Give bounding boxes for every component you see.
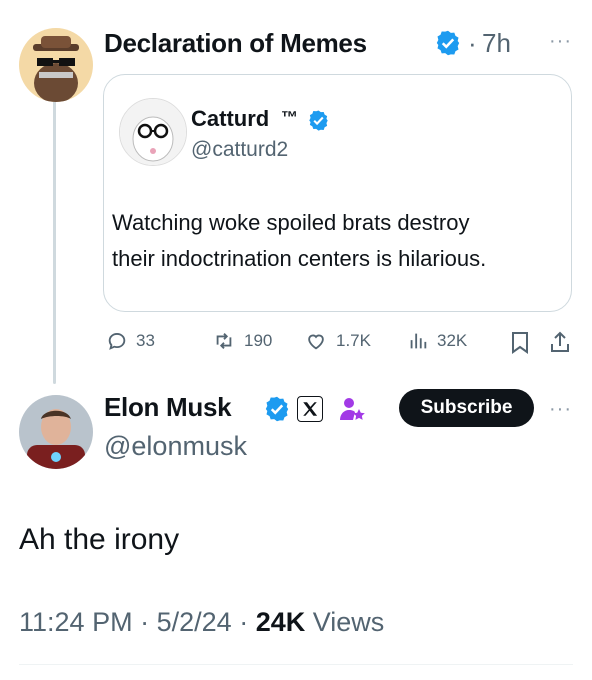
quoted-author-name[interactable]: Catturd (191, 106, 269, 132)
affiliate-person-star-icon (337, 394, 367, 429)
x-affiliation-icon[interactable] (297, 396, 323, 422)
reply-count: 33 (136, 331, 155, 350)
tweet-text: Ah the irony (19, 523, 180, 556)
main-handle[interactable]: @elonmusk (104, 431, 247, 462)
main-more-icon[interactable]: ··· (549, 398, 572, 421)
quoted-text-line-1: Watching woke spoiled brats destroy (112, 210, 470, 235)
views-button[interactable]: 32K (407, 330, 467, 352)
quoted-verified-badge-icon (307, 109, 330, 137)
heart-icon (308, 334, 324, 350)
like-count: 1.7K (336, 331, 371, 350)
tweet-date[interactable]: 5/2/24 (157, 607, 232, 637)
reply-icon (108, 333, 126, 350)
meta-separator: · (140, 607, 150, 637)
tweet-metadata: 11:24 PM · 5/2/24 · 24K Views (19, 607, 384, 638)
reply-button[interactable]: 33 (106, 330, 155, 352)
parent-more-icon[interactable]: ··· (549, 30, 572, 53)
thread-connector (53, 100, 56, 384)
quoted-text-line-2: their indoctrination centers is hilariou… (112, 246, 487, 271)
share-icon[interactable] (549, 330, 571, 359)
repost-icon (216, 333, 232, 349)
tweet-time[interactable]: 11:24 PM (19, 607, 133, 637)
like-button[interactable]: 1.7K (304, 330, 371, 352)
bottom-divider (19, 664, 573, 665)
bookmark-icon[interactable] (510, 331, 530, 360)
verified-badge-icon (434, 29, 462, 62)
trademark-symbol: ™ (281, 108, 298, 127)
views-count: 24K (255, 607, 306, 637)
catturd-avatar[interactable] (119, 98, 187, 166)
quoted-handle[interactable]: @catturd2 (191, 138, 288, 162)
subscribe-button[interactable]: Subscribe (399, 389, 534, 427)
repost-count: 190 (244, 331, 273, 350)
main-author-name[interactable]: Elon Musk (104, 392, 232, 423)
time-separator: · (468, 28, 477, 58)
main-verified-badge-icon (263, 395, 291, 428)
repost-button[interactable]: 190 (212, 330, 272, 352)
view-count: 32K (437, 331, 468, 350)
views-label: Views (312, 607, 385, 637)
parent-author-name[interactable]: Declaration of Memes (104, 28, 367, 59)
parent-timestamp[interactable]: 7h (482, 28, 511, 59)
meta-separator: · (239, 607, 249, 637)
elon-musk-avatar[interactable] (19, 395, 93, 469)
declaration-of-memes-avatar[interactable] (19, 28, 93, 102)
analytics-icon (410, 333, 427, 349)
